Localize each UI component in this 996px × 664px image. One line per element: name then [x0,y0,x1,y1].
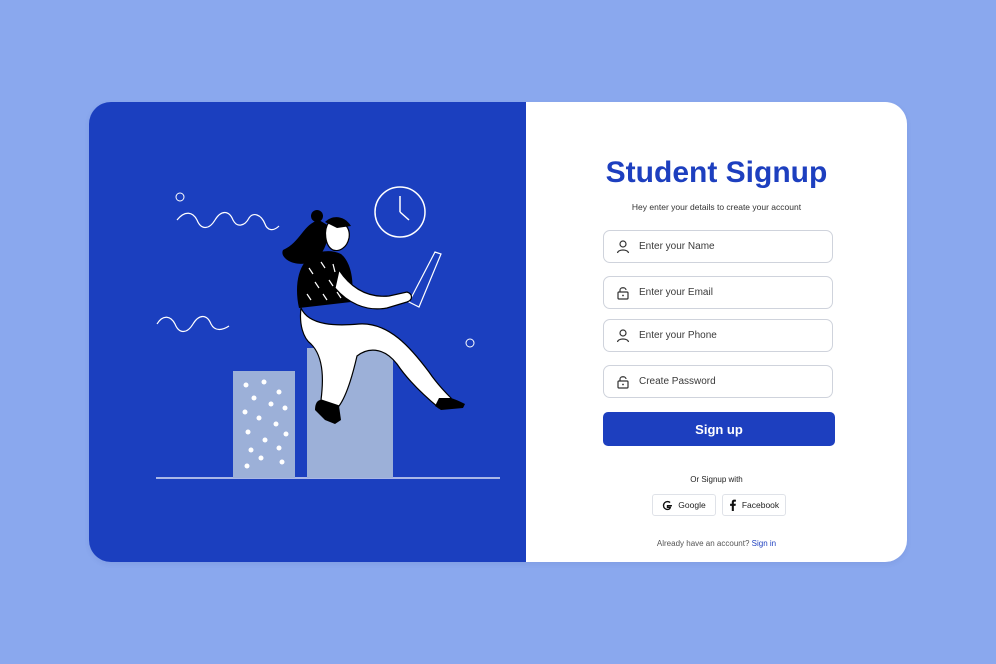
google-label: Google [678,500,706,510]
google-signup-button[interactable]: Google [652,494,716,516]
page-title: Student Signup [605,156,828,189]
squiggle-line [156,315,230,333]
phone-field[interactable] [603,319,833,352]
password-input[interactable] [637,375,832,388]
email-input[interactable] [637,286,832,299]
facebook-signup-button[interactable]: Facebook [722,494,786,516]
form-panel: Student Signup Hey enter your details to… [526,102,907,562]
page-subtitle: Hey enter your details to create your ac… [631,202,802,212]
block [233,371,295,478]
user-icon [616,328,630,342]
facebook-icon [729,499,736,511]
name-field[interactable] [603,230,833,263]
phone-input[interactable] [637,329,832,342]
illustration-panel [89,102,526,562]
illustration [156,186,500,479]
signup-card: Student Signup Hey enter your details to… [89,102,907,562]
already-text: Already have an account? [656,539,750,548]
sign-in-link[interactable]: Sign in [752,539,776,548]
clock-icon [374,186,426,238]
squiggle-line [176,211,280,231]
google-icon [663,500,673,510]
sign-up-button[interactable]: Sign up [603,412,835,446]
password-field[interactable] [603,365,833,398]
lock-icon [617,375,629,389]
facebook-label: Facebook [741,500,780,510]
name-input[interactable] [637,240,832,253]
signin-prompt: Already have an account? Sign in [526,539,907,548]
user-icon [616,239,630,253]
lock-icon [617,286,629,300]
email-field[interactable] [603,276,833,309]
or-signup-text: Or Signup with [690,475,743,484]
